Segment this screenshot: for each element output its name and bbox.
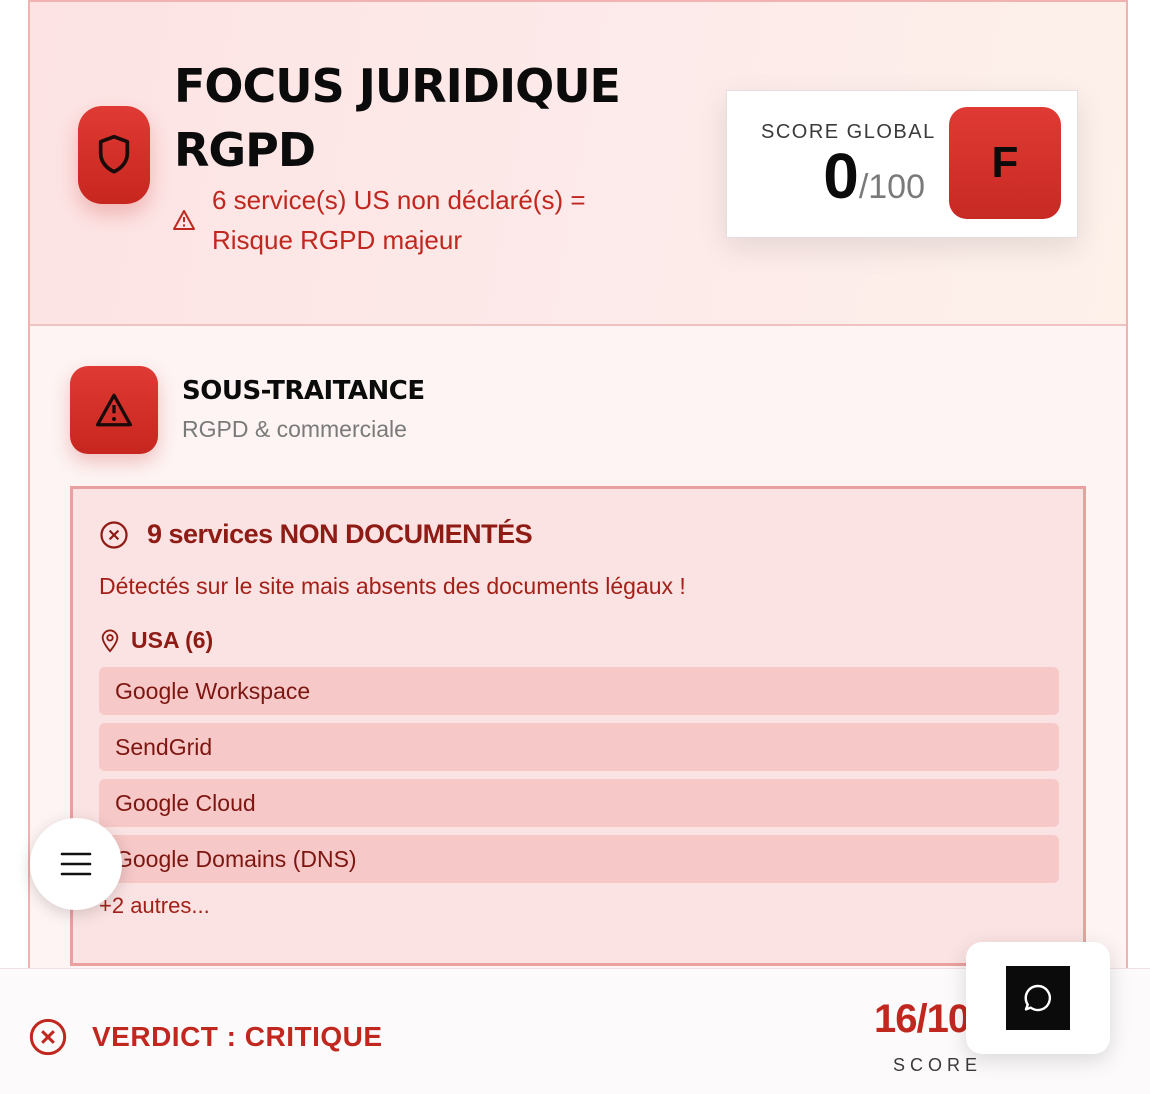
country-group: USA (6) xyxy=(99,627,213,654)
warning-text: 6 service(s) US non déclaré(s) = Risque … xyxy=(212,185,586,255)
x-circle-icon xyxy=(29,1018,67,1056)
header-warning: 6 service(s) US non déclaré(s) = Risque … xyxy=(172,180,632,260)
rgpd-focus-card: FOCUS JURIDIQUE RGPD 6 service(s) US non… xyxy=(28,0,1128,1094)
section-icon-badge xyxy=(70,366,158,454)
verdict-text: VERDICT : CRITIQUE xyxy=(92,1021,383,1052)
footer-score-value: 16/10 xyxy=(874,997,970,1041)
service-item: Google Cloud xyxy=(99,779,1059,827)
service-item: SendGrid xyxy=(99,723,1059,771)
menu-button[interactable] xyxy=(30,818,122,910)
verdict: VERDICT : CRITIQUE xyxy=(28,1017,383,1057)
score-denominator: /100 xyxy=(858,168,925,206)
chat-widget xyxy=(966,942,1110,1054)
undocumented-services-alert: 9 services NON DOCUMENTÉS Détectés sur l… xyxy=(70,486,1086,966)
alert-triangle-icon xyxy=(173,210,195,230)
alert-description: Détectés sur le site mais absents des do… xyxy=(99,573,686,599)
service-item: Google Workspace xyxy=(99,667,1059,715)
title-line-2: RGPD xyxy=(174,123,316,177)
shield-badge xyxy=(78,106,150,204)
alert-header: 9 services NON DOCUMENTÉS xyxy=(99,519,533,550)
score-value: 0 /100 xyxy=(823,141,925,211)
section-subtitle: RGPD & commerciale xyxy=(182,416,407,442)
score-number: 0 xyxy=(823,140,859,212)
alert-title: 9 services NON DOCUMENTÉS xyxy=(147,519,533,549)
page-title: FOCUS JURIDIQUE RGPD xyxy=(174,54,734,182)
map-pin-icon xyxy=(101,629,119,652)
grade-badge: F xyxy=(949,107,1061,219)
title-line-1: FOCUS JURIDIQUE xyxy=(174,59,621,113)
score-global-card: SCORE GLOBAL 0 /100 F xyxy=(726,90,1078,238)
footer-score-label: SCORE xyxy=(893,1055,983,1075)
x-circle-icon xyxy=(100,520,128,549)
shield-icon xyxy=(98,134,130,174)
hamburger-menu-icon xyxy=(60,852,92,876)
service-item: Google Domains (DNS) xyxy=(99,835,1059,883)
alert-triangle-icon xyxy=(95,393,132,427)
section-title: SOUS-TRAITANCE xyxy=(182,376,425,406)
card-header: FOCUS JURIDIQUE RGPD 6 service(s) US non… xyxy=(30,2,1126,326)
country-label: USA (6) xyxy=(131,627,214,653)
more-services-link[interactable]: +2 autres... xyxy=(99,893,210,919)
chat-button[interactable] xyxy=(1006,966,1070,1030)
message-circle-icon xyxy=(1024,984,1052,1012)
